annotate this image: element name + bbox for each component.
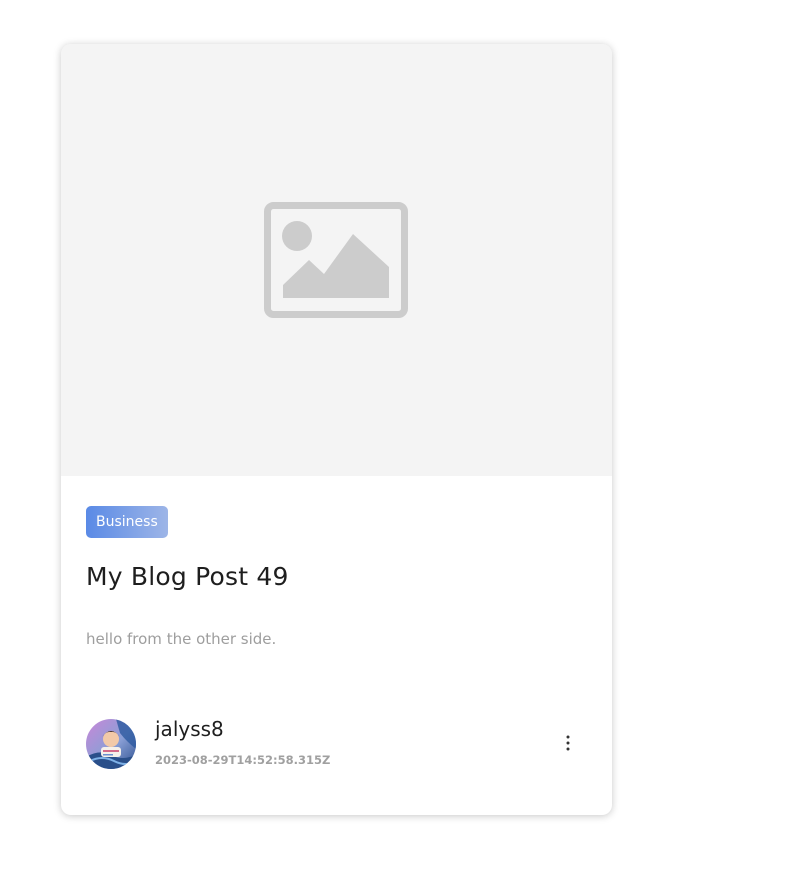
image-placeholder-icon (264, 202, 408, 318)
category-badge[interactable]: Business (86, 506, 168, 538)
post-title[interactable]: My Blog Post 49 (86, 562, 289, 591)
author-avatar[interactable] (86, 719, 136, 769)
post-date: 2023-08-29T14:52:58.315Z (155, 753, 331, 767)
more-options-button[interactable] (555, 730, 581, 756)
author-name[interactable]: jalyss8 (155, 717, 224, 741)
blog-post-card[interactable]: Business My Blog Post 49 hello from the … (61, 44, 612, 815)
post-cover-image[interactable] (61, 44, 612, 476)
more-vertical-icon (566, 735, 570, 751)
post-excerpt: hello from the other side. (86, 630, 277, 648)
